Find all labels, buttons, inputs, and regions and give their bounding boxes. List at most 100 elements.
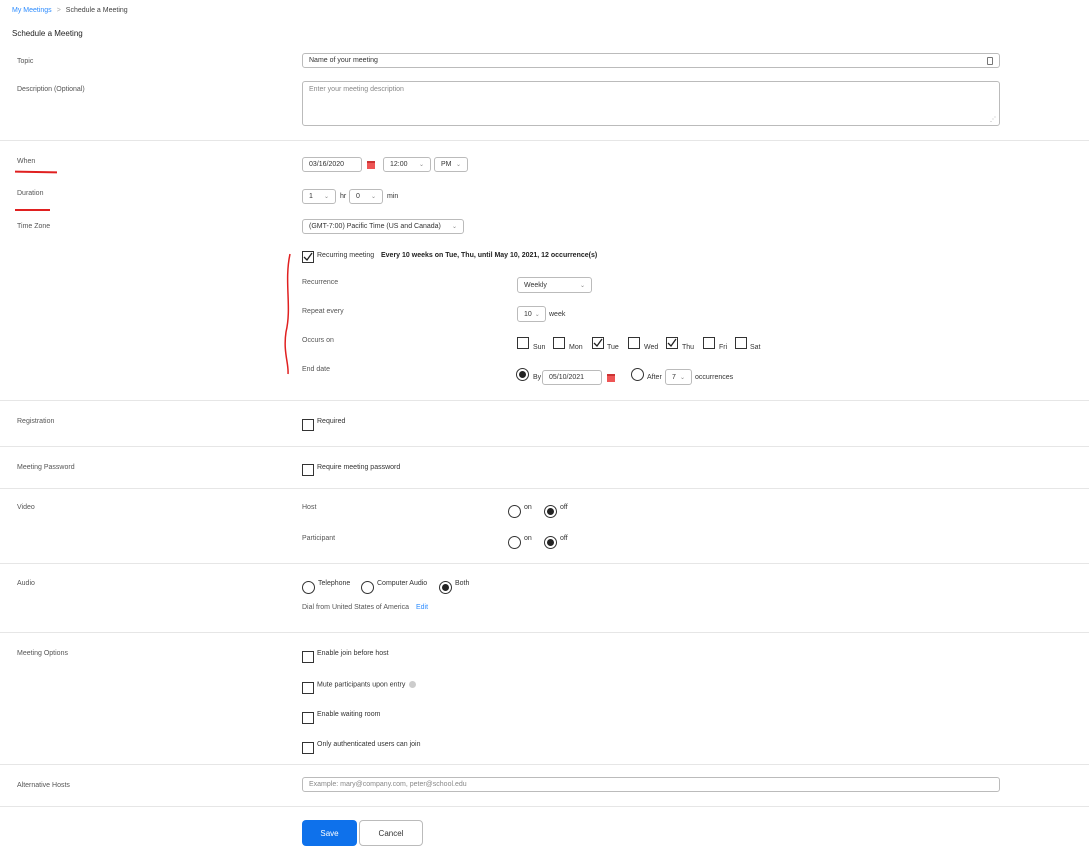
repeat-every-value: 10 [524,310,532,318]
recurrence-select[interactable]: Weekly ⌄ [517,277,592,293]
video-host-off-radio[interactable] [544,505,557,518]
description-placeholder: Enter your meeting description [309,86,404,93]
breadcrumb-separator: > [56,7,61,14]
meeting-password-label: Meeting Password [17,464,75,471]
info-icon[interactable] [409,681,417,688]
save-button[interactable]: Save [302,820,357,846]
chevron-down-icon: ⌄ [679,374,685,381]
end-after-radio[interactable] [631,368,644,381]
breadcrumb-current: Schedule a Meeting [65,7,128,14]
topic-input[interactable]: Name of your meeting [302,53,1000,68]
video-participant-on-radio[interactable] [508,536,521,549]
dial-from-label: Dial from United States of America [302,604,409,611]
time-zone-select[interactable]: (GMT-7:00) Pacific Time (US and Canada) ⌄ [302,219,464,234]
section-divider [0,400,1089,401]
date-input[interactable]: 03/16/2020 [302,157,362,172]
topic-value: Name of your meeting [309,57,378,64]
chevron-down-icon: ⌄ [455,162,461,168]
waiting-room-checkbox[interactable] [302,712,314,724]
waiting-room-label: Enable waiting room [317,711,381,718]
calendar-icon[interactable] [607,374,615,382]
audio-telephone-label: Telephone [318,580,351,587]
end-by-date-input[interactable]: 05/10/2021 [542,370,602,385]
audio-telephone-radio[interactable] [302,581,315,594]
audio-computer-radio[interactable] [361,581,374,594]
breadcrumb-my-meetings-link[interactable]: My Meetings [12,7,52,14]
mute-on-entry-checkbox[interactable] [302,682,314,694]
registration-required-label: Required [317,418,346,425]
repeat-every-label: Repeat every [302,308,344,315]
chevron-down-icon: ⌄ [579,282,585,289]
section-divider [0,806,1089,807]
day-label-sun: Sun [533,344,546,351]
description-textarea[interactable]: Enter your meeting description ⋰ [302,81,1000,126]
end-date-label: End date [302,366,331,373]
checkmark-icon [303,252,313,262]
video-participant-off-label: off [560,535,568,542]
day-checkbox-sun[interactable] [517,337,529,349]
day-label-sat: Sat [750,344,761,351]
occurrences-value: 7 [672,373,676,381]
recurrence-value: Weekly [524,281,547,289]
authenticated-only-label: Only authenticated users can join [317,741,421,748]
min-label: min [387,193,399,200]
resize-handle-icon: ⋰ [990,117,996,123]
join-before-host-checkbox[interactable] [302,651,314,663]
dial-edit-link[interactable]: Edit [416,604,428,611]
day-checkbox-sat[interactable] [735,337,747,349]
audio-both-label: Both [455,580,470,587]
alternative-hosts-input[interactable]: Example: mary@company.com, peter@school.… [302,777,1000,792]
section-divider [0,446,1089,447]
duration-minutes-select[interactable]: 0 ⌄ [349,189,383,204]
require-password-label: Require meeting password [317,464,401,471]
repeat-unit-label: week [549,311,566,318]
video-host-off-label: off [560,504,568,511]
time-select[interactable]: 12:00 ⌄ [383,157,431,172]
chevron-down-icon: ⌄ [370,194,376,200]
day-checkbox-fri[interactable] [703,337,715,349]
video-participant-on-label: on [524,535,532,542]
video-participant-off-radio[interactable] [544,536,557,549]
repeat-every-select[interactable]: 10 ⌄ [517,306,546,322]
cancel-button[interactable]: Cancel [359,820,423,846]
video-label: Video [17,504,35,511]
section-divider [0,140,1089,141]
authenticated-only-checkbox[interactable] [302,742,314,754]
when-label: When [17,158,36,165]
occurrences-select[interactable]: 7 ⌄ [665,369,692,385]
day-label-fri: Fri [719,344,728,351]
annotation-bracket [284,253,291,375]
end-by-label: By [533,374,542,381]
description-label: Description (Optional) [17,86,85,93]
ampm-value: PM [441,161,452,168]
annotation-underline-duration [15,209,50,211]
registration-required-checkbox[interactable] [302,419,314,431]
recurring-summary: Every 10 weeks on Tue, Thu, until May 10… [381,252,598,259]
day-checkbox-wed[interactable] [628,337,640,349]
audio-label: Audio [17,580,35,587]
section-divider [0,632,1089,633]
section-divider [0,563,1089,564]
day-checkbox-tue[interactable] [592,337,604,349]
video-host-on-radio[interactable] [508,505,521,518]
chevron-down-icon: ⌄ [418,162,424,168]
section-divider [0,488,1089,489]
recurring-checkbox[interactable] [302,251,314,263]
duration-hours-select[interactable]: 1 ⌄ [302,189,336,204]
annotation-underline-when [14,170,58,173]
calendar-icon[interactable] [367,161,375,169]
hr-label: hr [340,193,347,200]
end-by-radio[interactable] [516,368,529,381]
day-checkbox-thu[interactable] [666,337,678,349]
occurs-on-label: Occurs on [302,337,334,344]
end-after-label: After [647,374,662,381]
ampm-select[interactable]: PM ⌄ [434,157,468,172]
day-checkbox-mon[interactable] [553,337,565,349]
dial-from-text: Dial from United States of America Edit [302,604,428,611]
duration-hours-value: 1 [309,193,313,200]
breadcrumb: My Meetings > Schedule a Meeting [12,7,128,14]
require-password-checkbox[interactable] [302,464,314,476]
time-zone-label: Time Zone [17,223,51,230]
duration-minutes-value: 0 [356,193,360,200]
audio-both-radio[interactable] [439,581,452,594]
